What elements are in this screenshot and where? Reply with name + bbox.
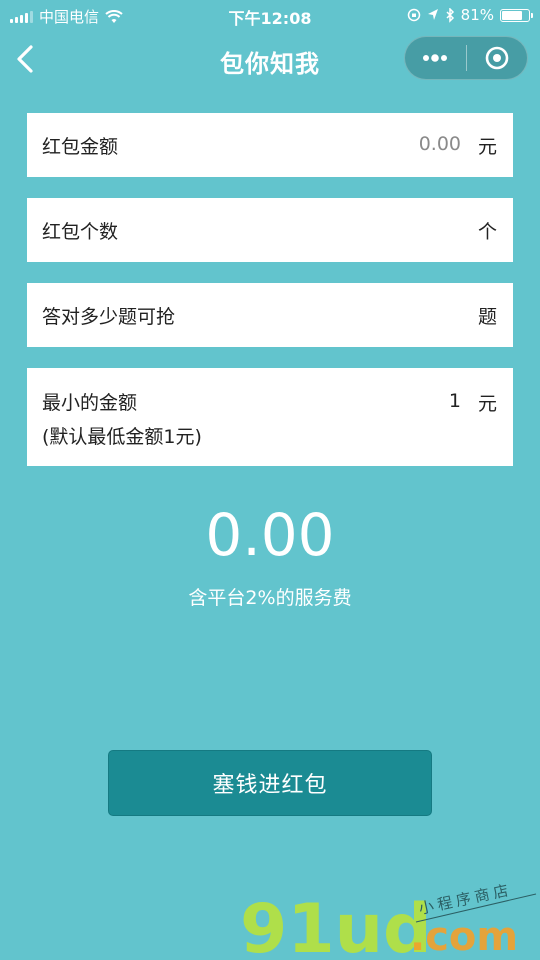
- battery-fill: [502, 10, 522, 20]
- target-circle-icon: [485, 46, 509, 70]
- min-amount-hint: (默认最低金额1元): [42, 426, 202, 448]
- watermark-logo: 91ud .com 小程序商店: [240, 881, 537, 960]
- count-unit: 个: [477, 221, 497, 243]
- svg-text:.com: .com: [410, 914, 518, 960]
- amount-row: 红包金额 元: [27, 113, 513, 177]
- battery-icon: [500, 8, 533, 22]
- close-button[interactable]: [467, 37, 528, 79]
- more-button[interactable]: [405, 37, 466, 79]
- min-amount-input[interactable]: [261, 384, 461, 418]
- total-amount: 0.00: [205, 501, 335, 569]
- bluetooth-icon: [446, 7, 454, 23]
- amount-label: 红包金额: [42, 136, 119, 158]
- min-amount-label: 最小的金额: [42, 392, 138, 414]
- location-arrow-icon: [427, 9, 438, 20]
- battery-percent: 81%: [460, 6, 494, 24]
- amount-unit: 元: [477, 136, 497, 158]
- submit-button[interactable]: 塞钱进红包: [108, 750, 432, 816]
- more-dots-icon: [423, 54, 448, 62]
- nav-bar: 包你知我: [0, 30, 540, 90]
- svg-text:小程序商店: 小程序商店: [417, 881, 514, 918]
- mini-program-capsule: [404, 36, 528, 80]
- fee-note: 含平台2%的服务费: [188, 587, 352, 609]
- orientation-lock-icon: [407, 8, 420, 22]
- answers-unit: 题: [477, 306, 497, 328]
- min-amount-row: 最小的金额 (默认最低金额1元) 元: [27, 368, 513, 466]
- count-row: 红包个数 个: [27, 198, 513, 262]
- amount-input[interactable]: [261, 127, 461, 161]
- answers-label: 答对多少题可抢: [42, 306, 176, 328]
- status-bar: 中国电信 下午12:08 81%: [0, 0, 540, 30]
- answers-input[interactable]: [261, 297, 461, 331]
- count-input[interactable]: [261, 212, 461, 246]
- svg-text:91ud: 91ud: [240, 890, 432, 960]
- answers-row: 答对多少题可抢 题: [27, 283, 513, 347]
- status-right: 81%: [407, 6, 533, 24]
- count-label: 红包个数: [42, 221, 119, 243]
- min-amount-unit: 元: [477, 393, 497, 415]
